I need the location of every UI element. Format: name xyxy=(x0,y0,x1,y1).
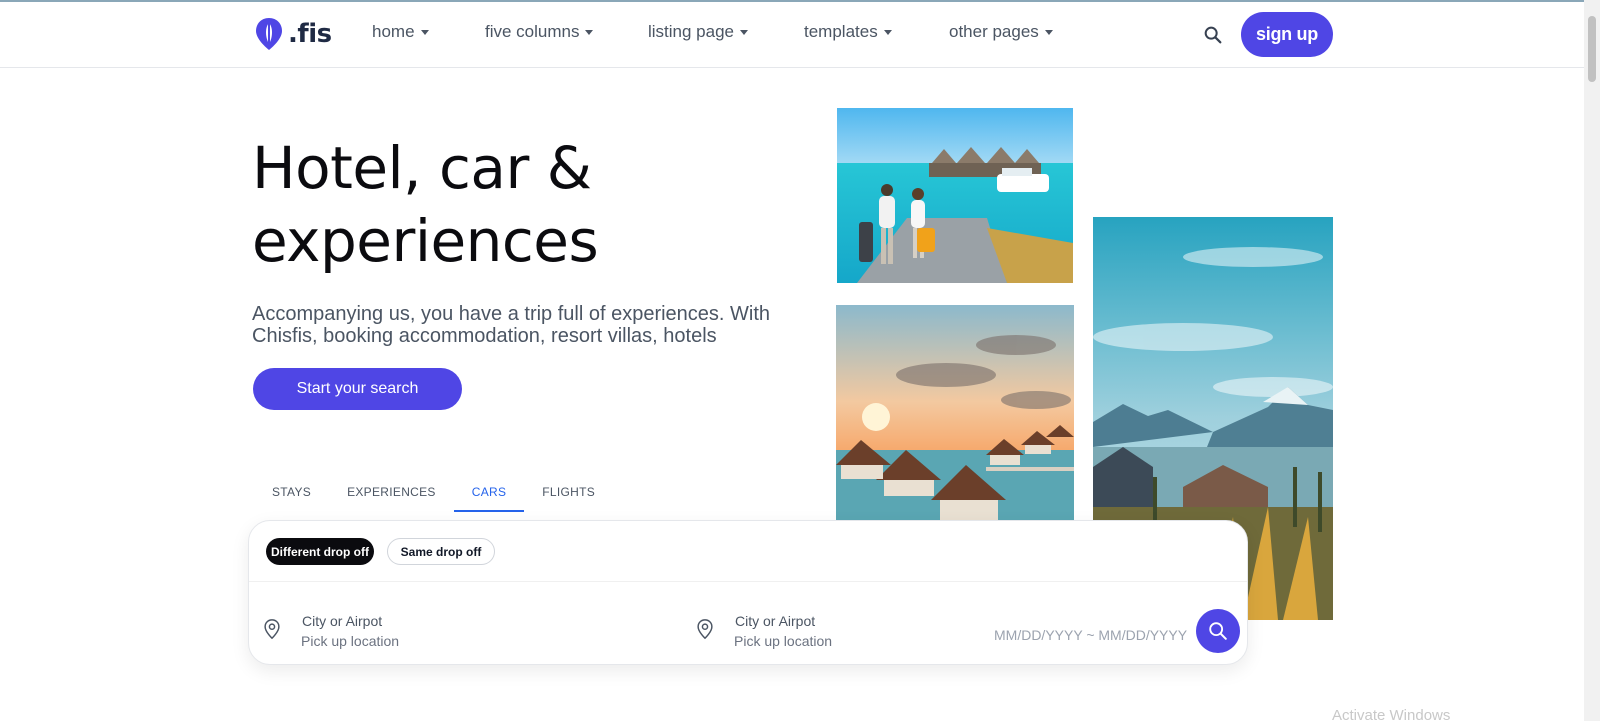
tab-stays[interactable]: STAYS xyxy=(254,470,329,512)
logo-text: .fis xyxy=(288,19,332,49)
caret-down-icon xyxy=(585,29,594,35)
nav-label: home xyxy=(372,22,415,41)
nav-templates[interactable]: templates xyxy=(804,22,949,42)
divider xyxy=(249,581,1247,582)
pickup-location-field[interactable]: City or Airpot Pick up location xyxy=(251,591,631,661)
main-nav: home five columns listing page templates… xyxy=(372,22,1053,42)
date-range-input[interactable]: MM/DD/YYYY ~ MM/DD/YYYY xyxy=(994,627,1187,643)
nav-other-pages[interactable]: other pages xyxy=(949,22,1053,42)
pickup-value: City or Airpot xyxy=(302,613,383,629)
sign-up-button[interactable]: sign up xyxy=(1241,12,1333,57)
caret-down-icon xyxy=(1044,29,1053,35)
hero-image-pier xyxy=(837,108,1073,283)
hero-image-sunset-villas xyxy=(836,305,1074,520)
tab-experiences[interactable]: EXPERIENCES xyxy=(329,470,454,512)
nav-five-columns[interactable]: five columns xyxy=(485,22,648,42)
nav-label: templates xyxy=(804,22,878,41)
car-search-card: Different drop off Same drop off City or… xyxy=(248,520,1248,665)
start-search-button[interactable]: Start your search xyxy=(253,368,462,410)
pickup-placeholder: Pick up location xyxy=(301,633,400,649)
dropoff-location-field[interactable]: City or Airpot Pick up location xyxy=(684,591,1064,661)
dropoff-placeholder: Pick up location xyxy=(734,633,833,649)
nav-label: five columns xyxy=(485,22,580,41)
os-watermark: Activate Windows xyxy=(1332,707,1451,721)
nav-home[interactable]: home xyxy=(372,22,485,42)
nav-label: listing page xyxy=(648,22,735,41)
search-icon xyxy=(1209,622,1227,640)
title-line: experiences xyxy=(252,207,599,275)
page-title: Hotel, car & experiences xyxy=(252,132,812,278)
caret-down-icon xyxy=(420,29,429,35)
search-tabs: STAYS EXPERIENCES CARS FLIGHTS xyxy=(254,470,613,512)
tab-cars[interactable]: CARS xyxy=(453,470,525,512)
site-header: .fis home five columns listing page temp… xyxy=(0,2,1584,68)
scrollbar-thumb[interactable] xyxy=(1588,16,1596,82)
dropoff-value: City or Airpot xyxy=(735,613,816,629)
logo[interactable]: .fis xyxy=(254,16,332,52)
search-icon[interactable] xyxy=(1202,24,1224,46)
tab-flights[interactable]: FLIGHTS xyxy=(524,470,613,512)
page-scrollbar[interactable] xyxy=(1584,0,1600,721)
caret-down-icon xyxy=(883,29,892,35)
map-pin-icon xyxy=(697,619,713,640)
hero-description: Accompanying us, you have a trip full of… xyxy=(252,303,771,347)
caret-down-icon xyxy=(740,29,749,35)
nav-label: other pages xyxy=(949,22,1039,41)
same-drop-off-option[interactable]: Same drop off xyxy=(387,538,495,565)
logo-mark-icon xyxy=(256,18,282,50)
different-drop-off-option[interactable]: Different drop off xyxy=(266,538,374,565)
title-line: Hotel, car & xyxy=(252,134,592,202)
search-submit-button[interactable] xyxy=(1196,609,1240,653)
nav-listing-page[interactable]: listing page xyxy=(648,22,804,42)
map-pin-icon xyxy=(264,619,280,640)
